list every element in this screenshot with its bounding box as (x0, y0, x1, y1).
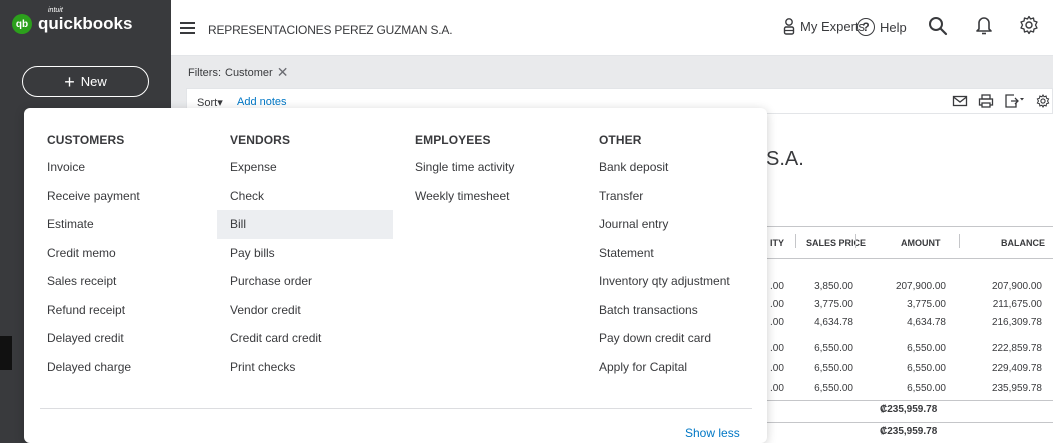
table-row[interactable]: .00 6,550.00 6,550.00 229,409.78 (766, 360, 1053, 378)
menu-heading-other: OTHER (599, 133, 642, 147)
menu-item-delayed-credit[interactable]: Delayed credit (47, 324, 140, 353)
show-less-link[interactable]: Show less (685, 426, 740, 440)
menu-item-weekly-timesheet[interactable]: Weekly timesheet (415, 182, 514, 211)
menu-item-delayed-charge[interactable]: Delayed charge (47, 353, 140, 382)
report-company-title: S.A. (766, 148, 804, 170)
menu-item-transfer[interactable]: Transfer (599, 182, 730, 211)
col-divider (855, 234, 856, 248)
menu-item-expense[interactable]: Expense (230, 153, 393, 182)
menu-item-single-time-activity[interactable]: Single time activity (415, 153, 514, 182)
menu-item-credit-card-credit[interactable]: Credit card credit (230, 324, 393, 353)
settings-gear-icon[interactable] (1036, 94, 1050, 108)
search-icon[interactable] (928, 16, 948, 36)
menu-item-refund-receipt[interactable]: Refund receipt (47, 296, 140, 325)
menu-item-vendor-credit[interactable]: Vendor credit (230, 296, 393, 325)
close-icon[interactable]: ✕ (277, 64, 289, 81)
logo-intuit: intuit (48, 7, 63, 14)
col-qty[interactable]: ITY (770, 238, 784, 248)
table-header: ITY SALES PRICE AMOUNT BALANCE (766, 226, 1053, 259)
my-experts-button[interactable]: My Experts (783, 18, 865, 35)
menu-item-inventory-qty-adjustment[interactable]: Inventory qty adjustment (599, 267, 730, 296)
table-row[interactable]: .00 6,550.00 6,550.00 235,959.78 (766, 380, 1053, 398)
company-name: REPRESENTACIONES PEREZ GUZMAN S.A. (208, 23, 453, 37)
bell-icon[interactable] (975, 15, 993, 35)
menu-heading-vendors: VENDORS (230, 133, 291, 147)
hamburger-icon[interactable] (180, 22, 195, 34)
experts-icon (783, 18, 795, 35)
col-divider (959, 234, 960, 248)
col-balance[interactable]: BALANCE (1001, 238, 1045, 248)
menu-heading-employees: EMPLOYEES (415, 133, 491, 147)
new-button[interactable]: + New (22, 66, 149, 97)
add-notes-link[interactable]: Add notes (237, 96, 287, 108)
col-sales-price[interactable]: SALES PRICE (806, 238, 866, 248)
menu-item-bank-deposit[interactable]: Bank deposit (599, 153, 730, 182)
table-row[interactable]: .00 4,634.78 4,634.78 216,309.78 (766, 314, 1053, 332)
col-divider (795, 234, 796, 248)
table-row[interactable]: .00 3,850.00 207,900.00 207,900.00 (766, 278, 1053, 296)
print-icon[interactable] (978, 94, 994, 108)
help-button[interactable]: ? Help (857, 18, 907, 36)
mail-icon[interactable] (952, 94, 968, 108)
filter-chip-customer[interactable]: Customer (225, 67, 273, 79)
menu-item-journal-entry[interactable]: Journal entry (599, 210, 730, 239)
help-icon: ? (857, 18, 875, 36)
menu-item-pay-bills[interactable]: Pay bills (230, 239, 393, 268)
menu-divider (40, 408, 752, 409)
filters-label: Filters: (188, 66, 221, 79)
qb-logo-icon: qb (12, 14, 32, 34)
table-row[interactable]: .00 3,775.00 3,775.00 211,675.00 (766, 296, 1053, 314)
menu-item-print-checks[interactable]: Print checks (230, 353, 393, 382)
menu-item-statement[interactable]: Statement (599, 239, 730, 268)
logo-wordmark: quickbooks (38, 14, 133, 33)
report-tools (952, 94, 1050, 108)
col-amount[interactable]: AMOUNT (901, 238, 941, 248)
menu-column-customers: CUSTOMERS Invoice Receive payment Estima… (47, 133, 140, 381)
quickbooks-logo[interactable]: qb quickbooks intuit (12, 7, 133, 34)
menu-item-invoice[interactable]: Invoice (47, 153, 140, 182)
menu-item-apply-for-capital[interactable]: Apply for Capital (599, 353, 730, 382)
new-button-label: New (80, 74, 107, 89)
total-row: ₡235,959.78 (766, 400, 1053, 418)
top-bar: REPRESENTACIONES PEREZ GUZMAN S.A. My Ex… (171, 0, 1053, 56)
menu-item-bill[interactable]: Bill (217, 210, 393, 239)
menu-item-batch-transactions[interactable]: Batch transactions (599, 296, 730, 325)
grand-total-row: ₡235,959.78 (766, 422, 1053, 440)
menu-item-credit-memo[interactable]: Credit memo (47, 239, 140, 268)
menu-column-vendors: VENDORS Expense Check Bill Pay bills Pur… (217, 133, 393, 382)
menu-column-other: OTHER Bank deposit Transfer Journal entr… (599, 133, 730, 381)
menu-item-pay-down-credit-card[interactable]: Pay down credit card (599, 324, 730, 353)
gear-icon[interactable] (1019, 15, 1039, 35)
plus-icon: + (64, 71, 75, 92)
table-row[interactable]: .00 6,550.00 6,550.00 222,859.78 (766, 340, 1053, 358)
menu-heading-customers: CUSTOMERS (47, 133, 125, 147)
menu-column-employees: EMPLOYEES Single time activity Weekly ti… (415, 133, 514, 210)
menu-item-check[interactable]: Check (230, 182, 393, 211)
filter-line: Filters: Customer ✕ (188, 64, 288, 81)
new-menu: CUSTOMERS Invoice Receive payment Estima… (24, 108, 767, 443)
menu-item-estimate[interactable]: Estimate (47, 210, 140, 239)
my-experts-label: My Experts (800, 19, 866, 34)
menu-item-sales-receipt[interactable]: Sales receipt (47, 267, 140, 296)
nav-decoration (0, 336, 12, 370)
export-icon[interactable] (1004, 94, 1026, 108)
menu-item-purchase-order[interactable]: Purchase order (230, 267, 393, 296)
menu-item-receive-payment[interactable]: Receive payment (47, 182, 140, 211)
help-label: Help (880, 19, 907, 35)
